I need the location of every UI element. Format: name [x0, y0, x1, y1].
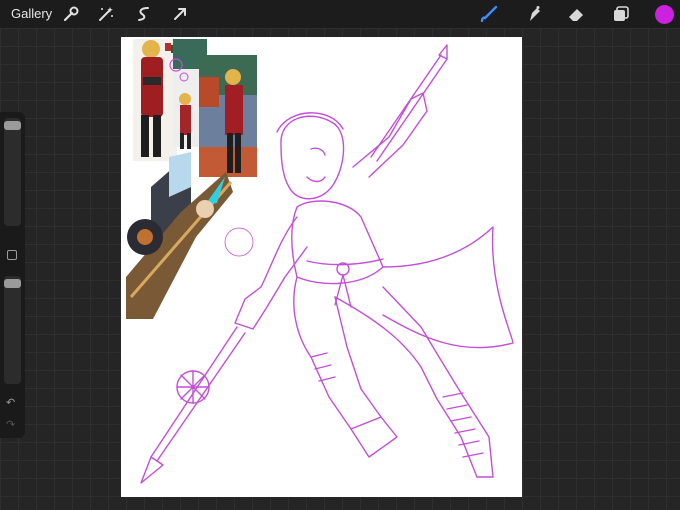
- drawing-canvas[interactable]: [121, 37, 522, 497]
- actions-wrench-icon[interactable]: [61, 4, 81, 24]
- character-reference-front: [133, 39, 177, 161]
- left-sidebar: ↶ ↷: [0, 112, 25, 438]
- opacity-knob[interactable]: [4, 279, 21, 288]
- smudge-icon[interactable]: [524, 4, 544, 24]
- polearm-weapon-reference: [126, 152, 254, 319]
- modify-button[interactable]: [7, 250, 17, 260]
- adjustments-wand-icon[interactable]: [96, 4, 116, 24]
- brush-icon[interactable]: [479, 4, 499, 24]
- top-toolbar: Gallery: [0, 0, 680, 28]
- redo-icon[interactable]: ↷: [6, 418, 15, 431]
- opacity-slider[interactable]: [4, 276, 21, 384]
- eraser-icon[interactable]: [566, 4, 586, 24]
- brush-size-knob[interactable]: [4, 121, 21, 130]
- layers-icon[interactable]: [611, 4, 631, 24]
- character-reference-scene: [199, 55, 257, 177]
- selection-icon[interactable]: [134, 4, 154, 24]
- transform-arrow-icon[interactable]: [170, 4, 190, 24]
- color-swatch[interactable]: [655, 5, 674, 24]
- gallery-button[interactable]: Gallery: [11, 6, 52, 21]
- brush-size-slider[interactable]: [4, 118, 21, 226]
- undo-icon[interactable]: ↶: [6, 396, 15, 409]
